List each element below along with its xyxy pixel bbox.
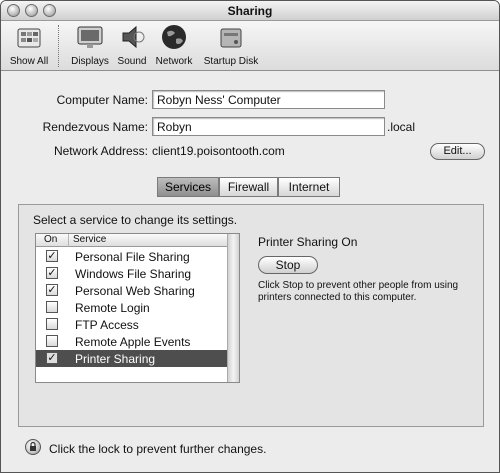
service-row-personal-web-sharing[interactable]: ✓ Personal Web Sharing	[36, 282, 227, 299]
network-address-label: Network Address:	[53, 144, 148, 158]
service-checkbox[interactable]: ✓	[46, 352, 58, 364]
service-label: Remote Login	[75, 301, 150, 315]
toolbar-label: Displays	[71, 56, 109, 67]
lock-icon[interactable]	[25, 439, 41, 455]
toolbar-network[interactable]: Network	[153, 23, 195, 67]
service-checkbox[interactable]: ✓	[46, 267, 58, 279]
title-bar: Sharing	[1, 1, 499, 21]
column-header-service[interactable]: Service	[68, 234, 106, 247]
toolbar-startup-disk[interactable]: Startup Disk	[203, 23, 259, 67]
computer-name-field[interactable]: Robyn Ness' Computer	[152, 90, 385, 109]
service-label: FTP Access	[75, 318, 139, 332]
service-checkbox[interactable]: ✓	[46, 250, 58, 262]
list-scrollbar[interactable]	[227, 234, 239, 382]
column-header-on[interactable]: On	[44, 234, 57, 245]
network-address-value: client19.poisontooth.com	[152, 144, 285, 158]
service-checkbox[interactable]	[46, 318, 58, 330]
services-hint: Select a service to change its settings.	[33, 213, 238, 227]
window-title: Sharing	[227, 4, 273, 18]
service-checkbox[interactable]: ✓	[46, 284, 58, 296]
services-list: On Service ✓ Personal File Sharing ✓ Win…	[35, 233, 240, 383]
toolbar-separator	[58, 25, 59, 67]
show-all-icon	[17, 28, 41, 48]
service-description: Click Stop to prevent other people from …	[258, 280, 459, 303]
service-row-personal-file-sharing[interactable]: ✓ Personal File Sharing	[36, 248, 227, 265]
stop-button[interactable]: Stop	[258, 256, 318, 274]
toolbar-label: Sound	[117, 56, 147, 67]
toolbar-label: Show All	[9, 56, 49, 67]
service-label: Printer Sharing	[75, 352, 156, 366]
service-row-windows-file-sharing[interactable]: ✓ Windows File Sharing	[36, 265, 227, 282]
startup-disk-icon	[220, 28, 242, 48]
service-label: Remote Apple Events	[75, 335, 191, 349]
service-label: Personal Web Sharing	[75, 284, 195, 298]
toolbar-displays[interactable]: Displays	[69, 23, 111, 67]
toolbar: Show All Displays Sound Network Startup …	[1, 21, 499, 71]
toolbar-label: Network	[155, 56, 193, 67]
service-row-remote-apple-events[interactable]: Remote Apple Events	[36, 333, 227, 350]
list-header: On Service	[36, 234, 227, 247]
service-label: Personal File Sharing	[75, 250, 190, 264]
edit-button[interactable]: Edit...	[430, 143, 485, 160]
toolbar-label: Startup Disk	[203, 56, 259, 67]
service-row-ftp-access[interactable]: FTP Access	[36, 316, 227, 333]
service-checkbox[interactable]	[46, 301, 58, 313]
lock-message: Click the lock to prevent further change…	[49, 442, 267, 456]
rendezvous-name-field[interactable]: Robyn	[152, 117, 385, 136]
displays-icon	[77, 26, 103, 48]
network-icon	[162, 25, 186, 49]
service-row-printer-sharing[interactable]: ✓ Printer Sharing	[36, 350, 227, 367]
service-row-remote-login[interactable]: Remote Login	[36, 299, 227, 316]
rendezvous-name-label: Rendezvous Name:	[42, 120, 148, 134]
sound-icon	[122, 25, 145, 49]
service-label: Windows File Sharing	[75, 267, 192, 281]
tab-internet[interactable]: Internet	[278, 177, 340, 197]
rendezvous-suffix: .local	[387, 120, 416, 134]
service-status-title: Printer Sharing On	[258, 235, 358, 249]
service-checkbox[interactable]	[46, 335, 58, 347]
tab-services[interactable]: Services	[157, 177, 219, 197]
toolbar-sound[interactable]: Sound	[115, 23, 149, 67]
tab-firewall[interactable]: Firewall	[219, 177, 278, 197]
toolbar-show-all[interactable]: Show All	[7, 23, 51, 67]
computer-name-label: Computer Name:	[56, 93, 148, 107]
sharing-window: Sharing Show All Displays Sound Network …	[0, 0, 500, 473]
